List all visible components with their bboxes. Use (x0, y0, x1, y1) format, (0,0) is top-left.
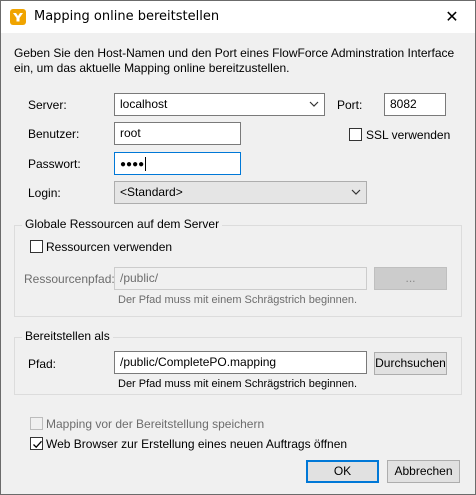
login-label: Login: (28, 186, 61, 200)
save-before-deploy-label: Mapping vor der Bereitstellung speichern (46, 417, 265, 431)
dialog-window: Mapping online bereitstellen ✕ Geben Sie… (0, 0, 476, 495)
deploy-path-hint: Der Pfad muss mit einem Schrägstrich beg… (118, 378, 358, 390)
deploy-path-input[interactable]: /public/CompletePO.mapping (114, 351, 367, 374)
resource-path-input[interactable]: /public/ (114, 267, 367, 290)
port-label: Port: (337, 98, 363, 112)
password-label: Passwort: (28, 157, 81, 171)
resource-path-label: Ressourcenpfad: (24, 272, 115, 286)
mapforce-app-icon (10, 9, 26, 25)
login-combobox[interactable]: <Standard> (114, 181, 367, 204)
intro-text: Geben Sie den Host-Namen und den Port ei… (14, 46, 455, 75)
deploy-as-title: Bereitstellen als (22, 329, 113, 343)
dialog-content: Geben Sie den Host-Namen und den Port ei… (1, 33, 475, 494)
server-combobox[interactable]: localhost (114, 93, 325, 116)
user-input[interactable]: root (114, 122, 241, 145)
resource-browse-button[interactable]: ... (374, 267, 447, 290)
port-input[interactable]: 8082 (384, 93, 446, 116)
window-title: Mapping online bereitstellen (34, 9, 220, 24)
checkmark-icon (33, 440, 42, 449)
password-masked-value: ●●●● (120, 159, 145, 170)
open-browser-checkbox[interactable] (30, 437, 43, 450)
ok-button[interactable]: OK (306, 460, 379, 483)
ssl-checkbox[interactable] (349, 128, 362, 141)
use-resources-checkbox[interactable] (30, 240, 43, 253)
ssl-label: SSL verwenden (366, 128, 451, 142)
cancel-button[interactable]: Abbrechen (387, 460, 460, 483)
password-input[interactable]: ●●●● (114, 152, 241, 175)
resource-path-hint: Der Pfad muss mit einem Schrägstrich beg… (118, 294, 358, 306)
close-icon: ✕ (445, 9, 459, 26)
chevron-down-icon[interactable] (308, 98, 320, 110)
use-resources-label: Ressourcen verwenden (46, 240, 173, 254)
save-before-deploy-checkbox[interactable] (30, 417, 43, 430)
open-browser-label: Web Browser zur Erstellung eines neuen A… (46, 437, 348, 451)
deploy-path-label: Pfad: (28, 357, 57, 371)
server-value: localhost (120, 97, 168, 111)
global-resources-title: Globale Ressourcen auf dem Server (22, 217, 223, 231)
close-button[interactable]: ✕ (429, 1, 475, 33)
chevron-down-icon[interactable] (350, 186, 362, 198)
user-label: Benutzer: (28, 127, 80, 141)
login-value: <Standard> (120, 185, 183, 199)
title-bar[interactable]: Mapping online bereitstellen ✕ (1, 1, 475, 33)
server-label: Server: (28, 98, 67, 112)
deploy-browse-button[interactable]: Durchsuchen (374, 352, 447, 375)
text-caret (145, 156, 147, 171)
